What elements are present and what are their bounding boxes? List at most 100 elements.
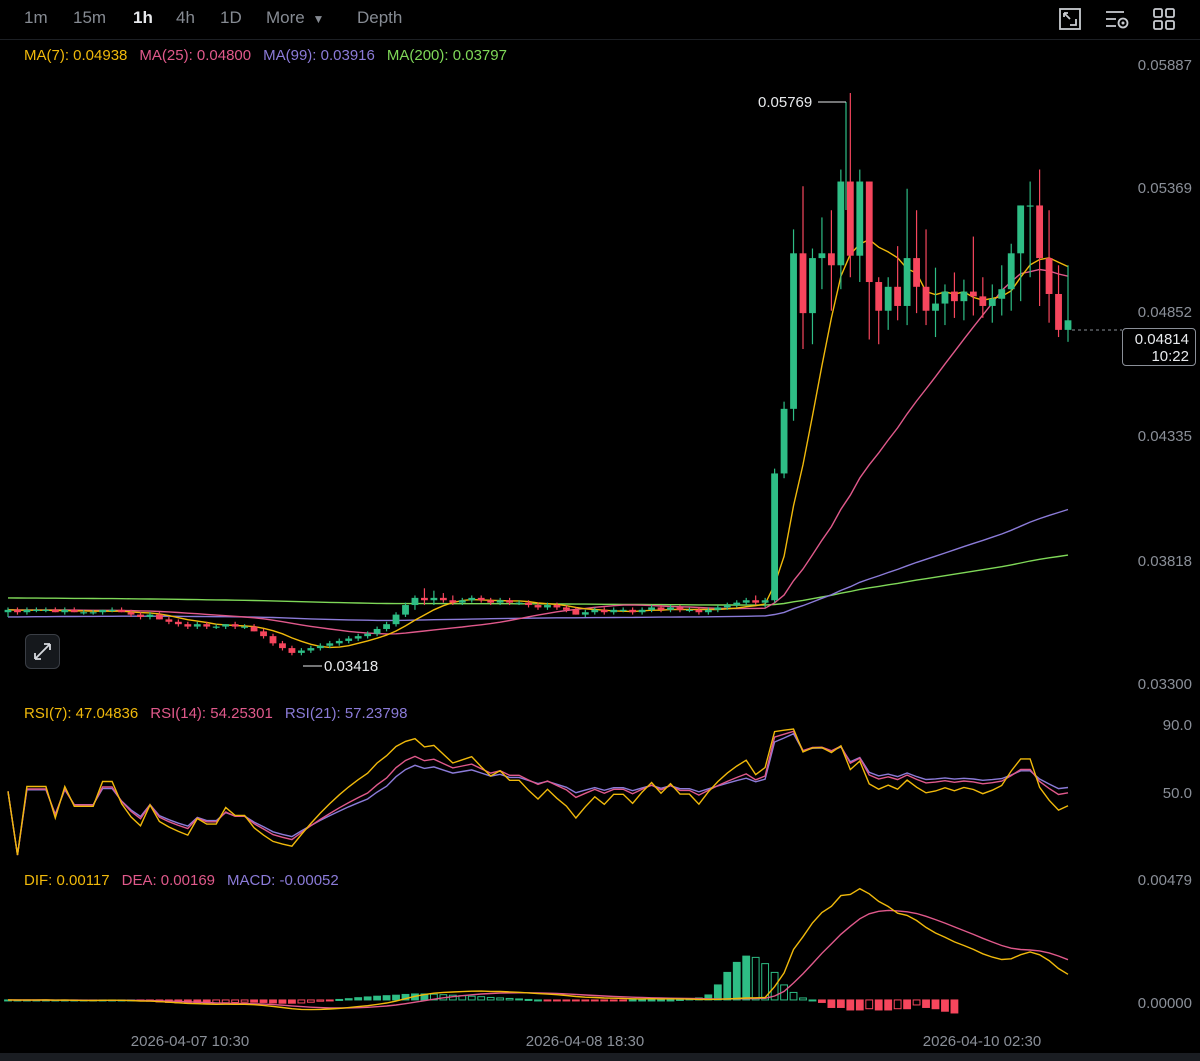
macd-histogram-bar [922,999,930,1008]
candle-body [241,626,249,628]
candle-body [269,636,277,644]
candle-body [799,253,807,314]
candle-body [723,605,731,608]
ma25-value: MA(25): 0.04800 [139,47,252,64]
rsi7-value: RSI(7): 47.04836 [24,705,139,722]
candle-body [487,600,495,603]
candle-body [354,636,362,639]
candle-body [572,609,580,615]
macd-histogram-bar [477,996,486,1001]
candle-body [80,612,88,614]
expand-arrows-icon [34,643,51,660]
price-chart[interactable]: 0.05769 0.03418 [0,0,1200,1061]
candle-body [316,645,324,649]
candle-body [146,614,154,618]
macd-histogram-bar [903,999,912,1010]
candle-body [4,609,12,613]
macd-histogram-bar [912,999,921,1006]
candle-body [525,602,532,606]
dif-value: DIF: 0.00117 [24,872,110,889]
macd-histogram-bar [713,984,722,1001]
candle-body [704,609,712,613]
candle-body [449,600,457,603]
candle-body [231,624,239,627]
candle-body [1026,205,1034,207]
candle-body [742,600,750,603]
candle-body [439,597,447,601]
ma200-line [7,554,1069,606]
macd-histogram-bar [799,997,807,1001]
candle-body [297,650,305,653]
candle-body [184,624,192,627]
candle-body [174,621,182,625]
candle-body [108,609,116,612]
candle-body [23,609,31,613]
candle-body [1055,293,1062,330]
macd-histogram-bar [657,999,665,1002]
candle-body [988,298,996,306]
macd-histogram-bar [884,999,893,1011]
candle-body [969,291,977,297]
macd-histogram-bar [590,999,599,1002]
macd-histogram-bar [874,999,883,1011]
candle-body [193,624,201,627]
macd-histogram-bar [335,998,344,1001]
candle-body [600,609,608,613]
current-price-value: 0.04814 [1134,331,1189,348]
ma25-line [7,268,1069,635]
macd-histogram-bar [297,999,306,1004]
macd-histogram-bar [647,999,656,1002]
macd-histogram-bar [524,998,533,1001]
candle-body [884,286,892,311]
macd-histogram-bar [278,999,287,1004]
macd-histogram-bar [836,999,845,1008]
candle-body [591,609,599,613]
candle-body [118,609,125,613]
macd-histogram-bar [950,999,959,1014]
macd-histogram-bar [534,999,542,1002]
high-marker-label: 0.05769 [758,94,812,111]
candlesticks [4,92,1072,656]
macd-histogram [4,955,959,1014]
macd-histogram-bar [562,999,571,1002]
candle-body [364,633,372,637]
candle-body [544,605,551,608]
price-axis-label: 0.03818 [1137,553,1192,570]
fullscreen-button[interactable] [25,634,60,669]
rsi14-line [7,730,1069,856]
candle-countdown: 10:22 [1151,348,1189,365]
price-axis-label: 0.04335 [1137,428,1192,445]
candle-body [1007,253,1015,290]
candle-body [676,607,684,610]
candle-body [212,626,220,628]
candle-body [894,286,902,306]
macd-histogram-bar [893,999,902,1010]
candle-body [70,609,78,613]
candle-body [553,605,561,608]
candle-body [402,605,409,615]
candle-body [562,607,570,610]
candle-body [846,181,854,256]
dea-value: DEA: 0.00169 [121,872,216,889]
dif-line [7,887,1069,1011]
rsi-legend: RSI(7): 47.04836 RSI(14): 54.25301 RSI(21)… [24,705,419,722]
macd-histogram-bar [231,999,240,1003]
candle-body [714,607,722,610]
price-axis-label: 0.04852 [1137,304,1192,321]
candle-body [1045,258,1053,294]
macd-histogram-bar [931,999,940,1010]
candle-body [288,648,296,653]
rsi14-value: RSI(14): 54.25301 [150,705,273,722]
macd-histogram-bar [846,999,855,1011]
ma200-value: MA(200): 0.03797 [386,47,507,64]
candle-body [951,291,958,302]
candle-body [638,609,646,613]
price-axis-label: 0.05369 [1137,180,1192,197]
macd-value: MACD: -0.00052 [227,872,339,889]
bottom-scrollbar[interactable] [0,1053,1200,1061]
candle-body [165,619,173,622]
candle-body [156,614,163,620]
macd-histogram-bar [221,999,230,1004]
candle-body [827,253,835,266]
rsi21-value: RSI(21): 57.23798 [284,705,408,722]
